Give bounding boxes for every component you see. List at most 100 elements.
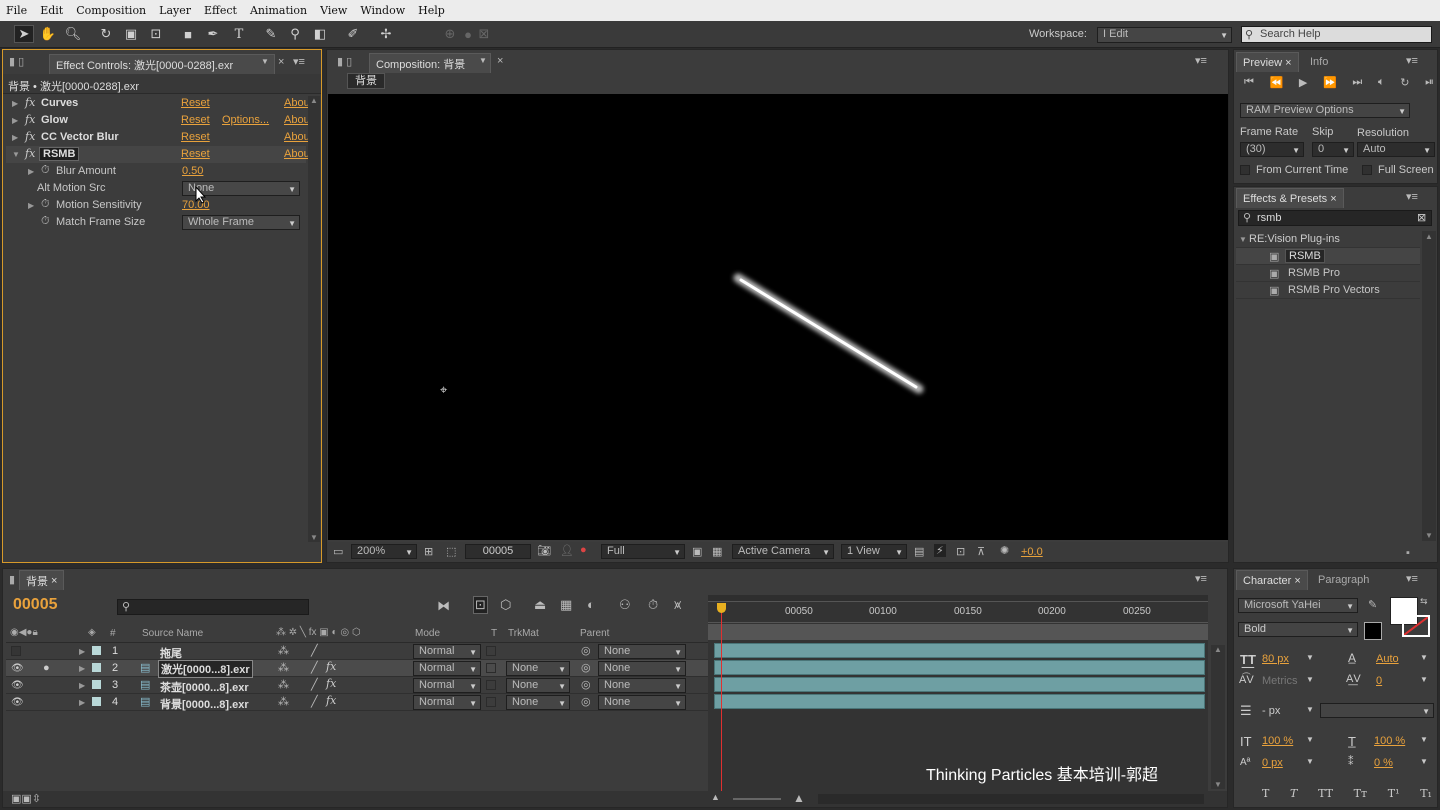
table-row[interactable]: 👁︎ ▶ 4 ▤ 背景[0000...8].exr ⁂ ╱ fx Normal …: [6, 694, 708, 711]
scroll-up-icon[interactable]: ▲: [1425, 232, 1433, 241]
about-button[interactable]: Abou: [284, 148, 310, 160]
blend-mode-dropdown[interactable]: Normal: [413, 678, 481, 693]
resolution-dropdown[interactable]: Full: [601, 544, 685, 559]
expand-triangle-icon[interactable]: ▶: [12, 99, 18, 108]
options-button[interactable]: Options...: [222, 114, 269, 126]
parent-dropdown[interactable]: None: [598, 644, 686, 659]
expand-triangle-icon[interactable]: ▶: [79, 664, 85, 673]
video-switch[interactable]: [11, 646, 21, 656]
flowchart-icon[interactable]: ⊼: [977, 545, 985, 558]
match-frame-size-dropdown[interactable]: Whole Frame: [182, 215, 300, 230]
parent-dropdown[interactable]: None: [598, 678, 686, 693]
time-ruler[interactable]: 00050 00100 00150 00200 00250: [708, 603, 1208, 623]
expand-triangle-icon[interactable]: ▶: [12, 116, 18, 125]
effects-search-input[interactable]: rsmb: [1238, 210, 1432, 226]
table-row[interactable]: ▶ 1 拖尾 ⁂ ╱ Normal ◎ None: [6, 643, 708, 660]
shy-switch-icon[interactable]: ⁂: [278, 644, 289, 657]
chevron-down-icon[interactable]: ▼: [1420, 757, 1428, 766]
stroke-type-dropdown[interactable]: [1320, 703, 1434, 718]
toggle-switches-icon[interactable]: ▣▣⇳: [11, 792, 41, 805]
menu-composition[interactable]: Composition: [76, 4, 146, 17]
close-icon[interactable]: ×: [278, 56, 284, 68]
ram-preview-options-dropdown[interactable]: RAM Preview Options: [1240, 103, 1410, 118]
effect-controls-scrollbar[interactable]: ▲ ▼: [308, 96, 320, 542]
effects-scrollbar[interactable]: ▲ ▼: [1422, 231, 1436, 541]
chevron-down-icon[interactable]: ▼: [261, 57, 269, 66]
last-frame-icon[interactable]: ⏭: [1352, 76, 1362, 92]
auto-keyframe-icon[interactable]: ⏱: [648, 597, 658, 613]
preserve-transparency-checkbox[interactable]: [486, 697, 496, 707]
chevron-down-icon[interactable]: ▼: [1420, 653, 1428, 662]
layer-duration-bar[interactable]: [714, 677, 1205, 692]
expand-triangle-icon[interactable]: ▶: [28, 167, 34, 176]
fx-switch-icon[interactable]: fx: [326, 677, 336, 690]
track-matte-dropdown[interactable]: None: [506, 678, 570, 693]
effect-item[interactable]: ▣ RSMB Pro: [1236, 265, 1420, 282]
eye-icon[interactable]: 👁︎: [11, 680, 24, 691]
fx-switch-icon[interactable]: fx: [326, 694, 336, 707]
small-caps-icon[interactable]: Tт: [1354, 787, 1367, 800]
layer-duration-bar[interactable]: [714, 660, 1205, 675]
frame-rate-dropdown[interactable]: (30): [1240, 142, 1304, 157]
scroll-up-icon[interactable]: ▲: [310, 96, 318, 105]
preserve-transparency-checkbox[interactable]: [486, 680, 496, 690]
toggle-pixel-aspect-icon[interactable]: ▤: [914, 545, 924, 558]
comp-mini-flowchart-icon[interactable]: ⧓: [437, 598, 450, 614]
subscript-icon[interactable]: T₁: [1420, 787, 1432, 800]
effect-row-cc-vector-blur[interactable]: ▶ fx CC Vector Blur Reset Abou: [6, 129, 310, 146]
reset-button[interactable]: Reset: [181, 114, 210, 126]
chevron-down-icon[interactable]: ▼: [1420, 735, 1428, 744]
collapse-triangle-icon[interactable]: ▼: [12, 150, 20, 159]
chevron-down-icon[interactable]: ▼: [1420, 675, 1428, 684]
rectangle-tool-icon[interactable]: ■: [178, 25, 198, 43]
track-matte-dropdown[interactable]: None: [506, 661, 570, 676]
eye-icon[interactable]: 👁︎: [11, 697, 24, 708]
menu-view[interactable]: View: [320, 4, 347, 17]
faux-bold-icon[interactable]: T: [1262, 787, 1269, 800]
zoom-out-icon[interactable]: ▲: [711, 792, 720, 802]
tab-character[interactable]: Character ×: [1236, 570, 1308, 590]
chevron-down-icon[interactable]: ▼: [1306, 675, 1314, 684]
label-color-swatch[interactable]: [92, 697, 101, 706]
pick-whip-icon[interactable]: ◎: [581, 644, 591, 657]
effects-category-row[interactable]: ▼ RE:Vision Plug-ins: [1236, 231, 1420, 248]
tab-timeline[interactable]: 背景 ×: [19, 570, 65, 590]
all-caps-icon[interactable]: TT: [1318, 787, 1333, 800]
font-style-dropdown[interactable]: Bold ▼: [1238, 622, 1358, 637]
brainstorm-icon[interactable]: ⚇: [619, 597, 631, 613]
expand-triangle-icon[interactable]: ▶: [28, 201, 34, 210]
camera-tool-icon[interactable]: ▣: [121, 25, 141, 43]
panel-menu-icon[interactable]: ▾≡: [1406, 572, 1418, 585]
font-size-value[interactable]: 80 px: [1262, 653, 1289, 665]
zoom-in-icon[interactable]: ▲: [793, 791, 805, 805]
pick-whip-icon[interactable]: ◎: [581, 661, 591, 674]
effect-row-glow[interactable]: ▶ fx Glow Reset Options... Abou: [6, 112, 310, 129]
current-time-indicator[interactable]: [721, 605, 722, 805]
scroll-up-icon[interactable]: ▲: [1214, 645, 1222, 654]
tab-effect-controls[interactable]: Effect Controls: 激光[0000-0288].exr: [49, 54, 275, 74]
pan-behind-tool-icon[interactable]: ⊡: [146, 25, 166, 43]
layer-duration-bar[interactable]: [714, 694, 1205, 709]
frame-blending-icon[interactable]: ▦: [560, 597, 572, 613]
quality-switch-icon[interactable]: ╱: [311, 644, 318, 657]
timeline-search-input[interactable]: [117, 599, 309, 615]
graph-editor-icon[interactable]: ⩙: [674, 597, 681, 613]
leading-value[interactable]: Auto: [1376, 653, 1399, 665]
faux-italic-icon[interactable]: T: [1290, 787, 1297, 800]
active-camera-dropdown[interactable]: Active Camera: [732, 544, 834, 559]
zoom-slider[interactable]: [733, 798, 781, 800]
menu-file[interactable]: File: [6, 4, 27, 17]
search-help-input[interactable]: Search Help: [1241, 26, 1432, 43]
fx-icon[interactable]: fx: [25, 113, 35, 126]
scroll-down-icon[interactable]: ▼: [310, 533, 318, 542]
timeline-tracks[interactable]: 00050 00100 00150 00200 00250 Thinking P…: [708, 595, 1208, 805]
fast-previews-icon[interactable]: ⚡: [934, 544, 946, 557]
current-frame-field[interactable]: 00005: [465, 544, 531, 559]
workspace-dropdown[interactable]: I Edit: [1097, 27, 1232, 43]
menu-effect[interactable]: Effect: [204, 4, 237, 17]
timeline-icon[interactable]: ⊡: [956, 545, 965, 558]
anchor-point-crosshair-icon[interactable]: ⌖: [440, 382, 447, 398]
snapshot-camera-icon[interactable]: 📷︎: [537, 544, 551, 557]
clear-search-icon[interactable]: ⊠: [1417, 211, 1426, 224]
table-row[interactable]: 👁︎ ▶ 3 ▤ 茶壶[0000...8].exr ⁂ ╱ fx Normal …: [6, 677, 708, 694]
